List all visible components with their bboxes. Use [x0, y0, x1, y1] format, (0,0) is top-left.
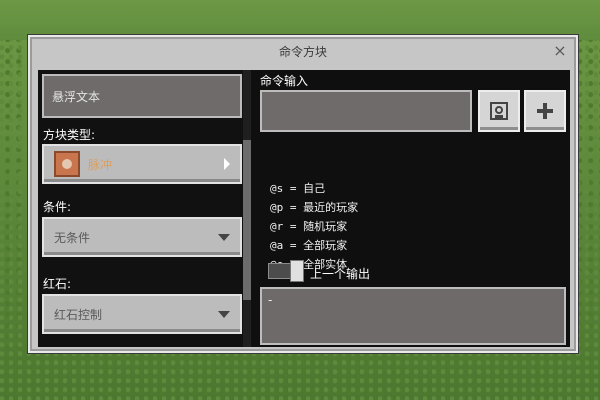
dialog-content: 悬浮文本 方块类型: 脉冲 条件: 无条件 红石: 红石控制 命令输入 @s =… [38, 70, 570, 347]
chevron-down-icon [218, 310, 230, 318]
dialog-title: 命令方块 [278, 44, 327, 59]
redstone-dropdown[interactable]: 红石控制 [42, 294, 242, 334]
hover-text-input[interactable]: 悬浮文本 [42, 74, 242, 118]
selector-help-line: @a = 全部玩家 [270, 239, 348, 252]
previous-output-label: 上一个输出 [310, 267, 371, 281]
command-input-field[interactable] [260, 90, 472, 132]
save-icon [490, 102, 508, 120]
redstone-value: 红石控制 [54, 307, 103, 322]
add-command-button[interactable] [524, 90, 566, 132]
command-block-dialog: 命令方块 × 悬浮文本 方块类型: 脉冲 条件: 无条件 红石: 红石控制 命令… [28, 35, 578, 353]
previous-output-toggle-knob[interactable] [290, 260, 304, 282]
block-icon [54, 151, 80, 177]
redstone-label: 红石: [43, 277, 72, 291]
save-command-button[interactable] [478, 90, 520, 132]
previous-output-box: - [260, 287, 566, 345]
condition-label: 条件: [43, 200, 72, 214]
command-input-label: 命令输入 [260, 74, 309, 88]
block-type-label: 方块类型: [43, 128, 96, 142]
block-type-dropdown[interactable]: 脉冲 [42, 144, 242, 184]
hover-text-value: 悬浮文本 [52, 89, 101, 104]
condition-value: 无条件 [54, 230, 91, 245]
selector-help-line: @s = 自己 [270, 182, 326, 195]
close-icon[interactable]: × [552, 43, 568, 59]
plus-icon [537, 103, 553, 119]
selector-help-line: @p = 最近的玩家 [270, 201, 359, 214]
chevron-down-icon [218, 233, 230, 241]
block-type-value: 脉冲 [88, 157, 113, 172]
left-scroll-thumb[interactable] [243, 140, 251, 300]
grass-background [0, 0, 600, 40]
arrow-right-icon [224, 158, 230, 170]
condition-dropdown[interactable]: 无条件 [42, 217, 242, 257]
previous-output-value: - [268, 293, 273, 307]
selector-help-line: @r = 随机玩家 [270, 220, 348, 233]
